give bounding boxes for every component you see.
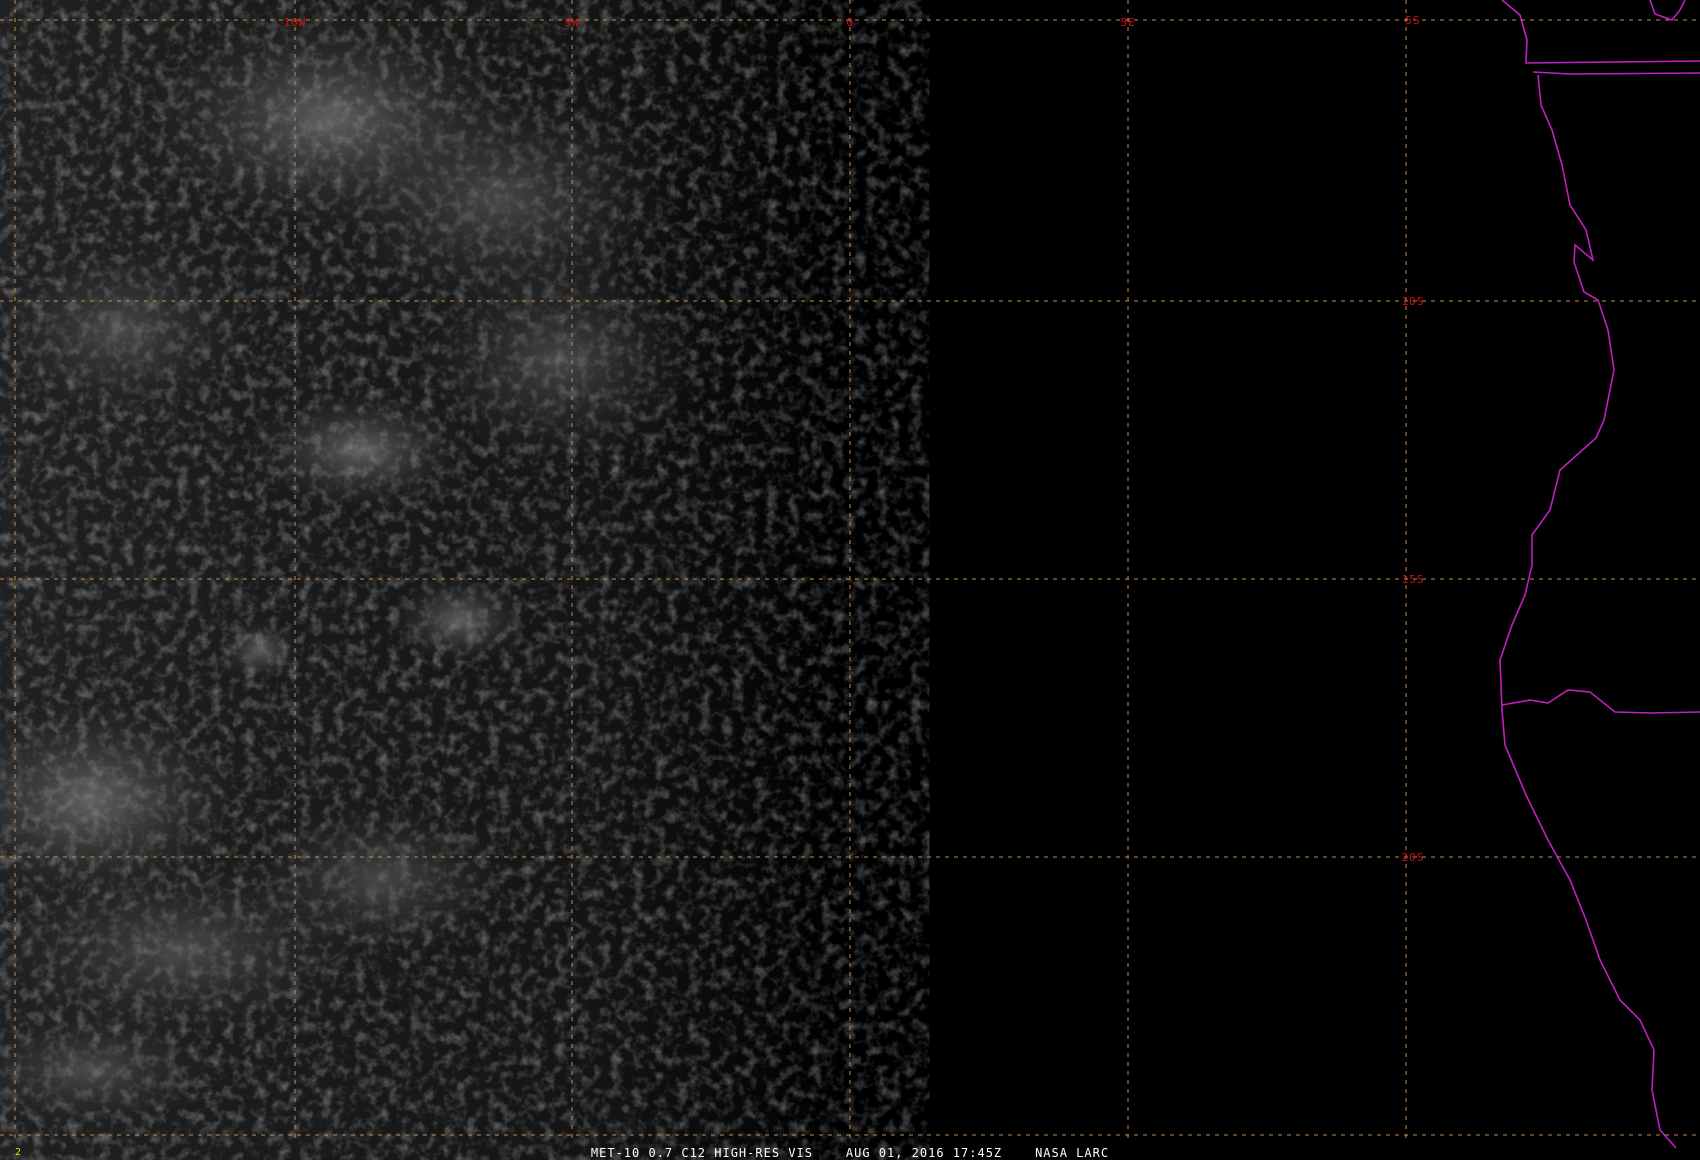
- coastline: [1499, 74, 1677, 1149]
- longitude-label: 5W: [564, 16, 579, 29]
- latitude-label: 5S: [1405, 14, 1420, 27]
- caption-datetime: AUG 01, 2016 17:45Z: [845, 1146, 1003, 1160]
- latitude-label: 20S: [1402, 851, 1425, 864]
- latitude-label: 15S: [1402, 573, 1425, 586]
- border-notch: [1649, 0, 1686, 21]
- border-upper: [1532, 71, 1700, 75]
- caption-source: NASA LARC: [1035, 1146, 1110, 1160]
- longitude-label: 5E: [1120, 16, 1135, 29]
- satellite-map: 10W 5W 0 5E 5S 10S 15S 20S: [0, 0, 1700, 1160]
- satellite-image-viewport[interactable]: 10W 5W 0 5E 5S 10S 15S 20S 2 MET-10 0.7 C12 HIG…: [0, 0, 1700, 1160]
- border-south: [1501, 689, 1700, 714]
- caption-product: MET-10 0.7 C12 HIGH-RES VIS: [590, 1146, 813, 1160]
- border-north: [1501, 0, 1700, 64]
- latitude-label: 10S: [1402, 295, 1425, 308]
- cloud-imagery: [0, 0, 845, 1160]
- image-caption: MET-10 0.7 C12 HIGH-RES VIS AUG 01, 2016…: [0, 1146, 1700, 1160]
- longitude-label: 10W: [284, 16, 307, 29]
- longitude-label: 0: [846, 16, 854, 29]
- coastline-borders: [1499, 0, 1700, 1149]
